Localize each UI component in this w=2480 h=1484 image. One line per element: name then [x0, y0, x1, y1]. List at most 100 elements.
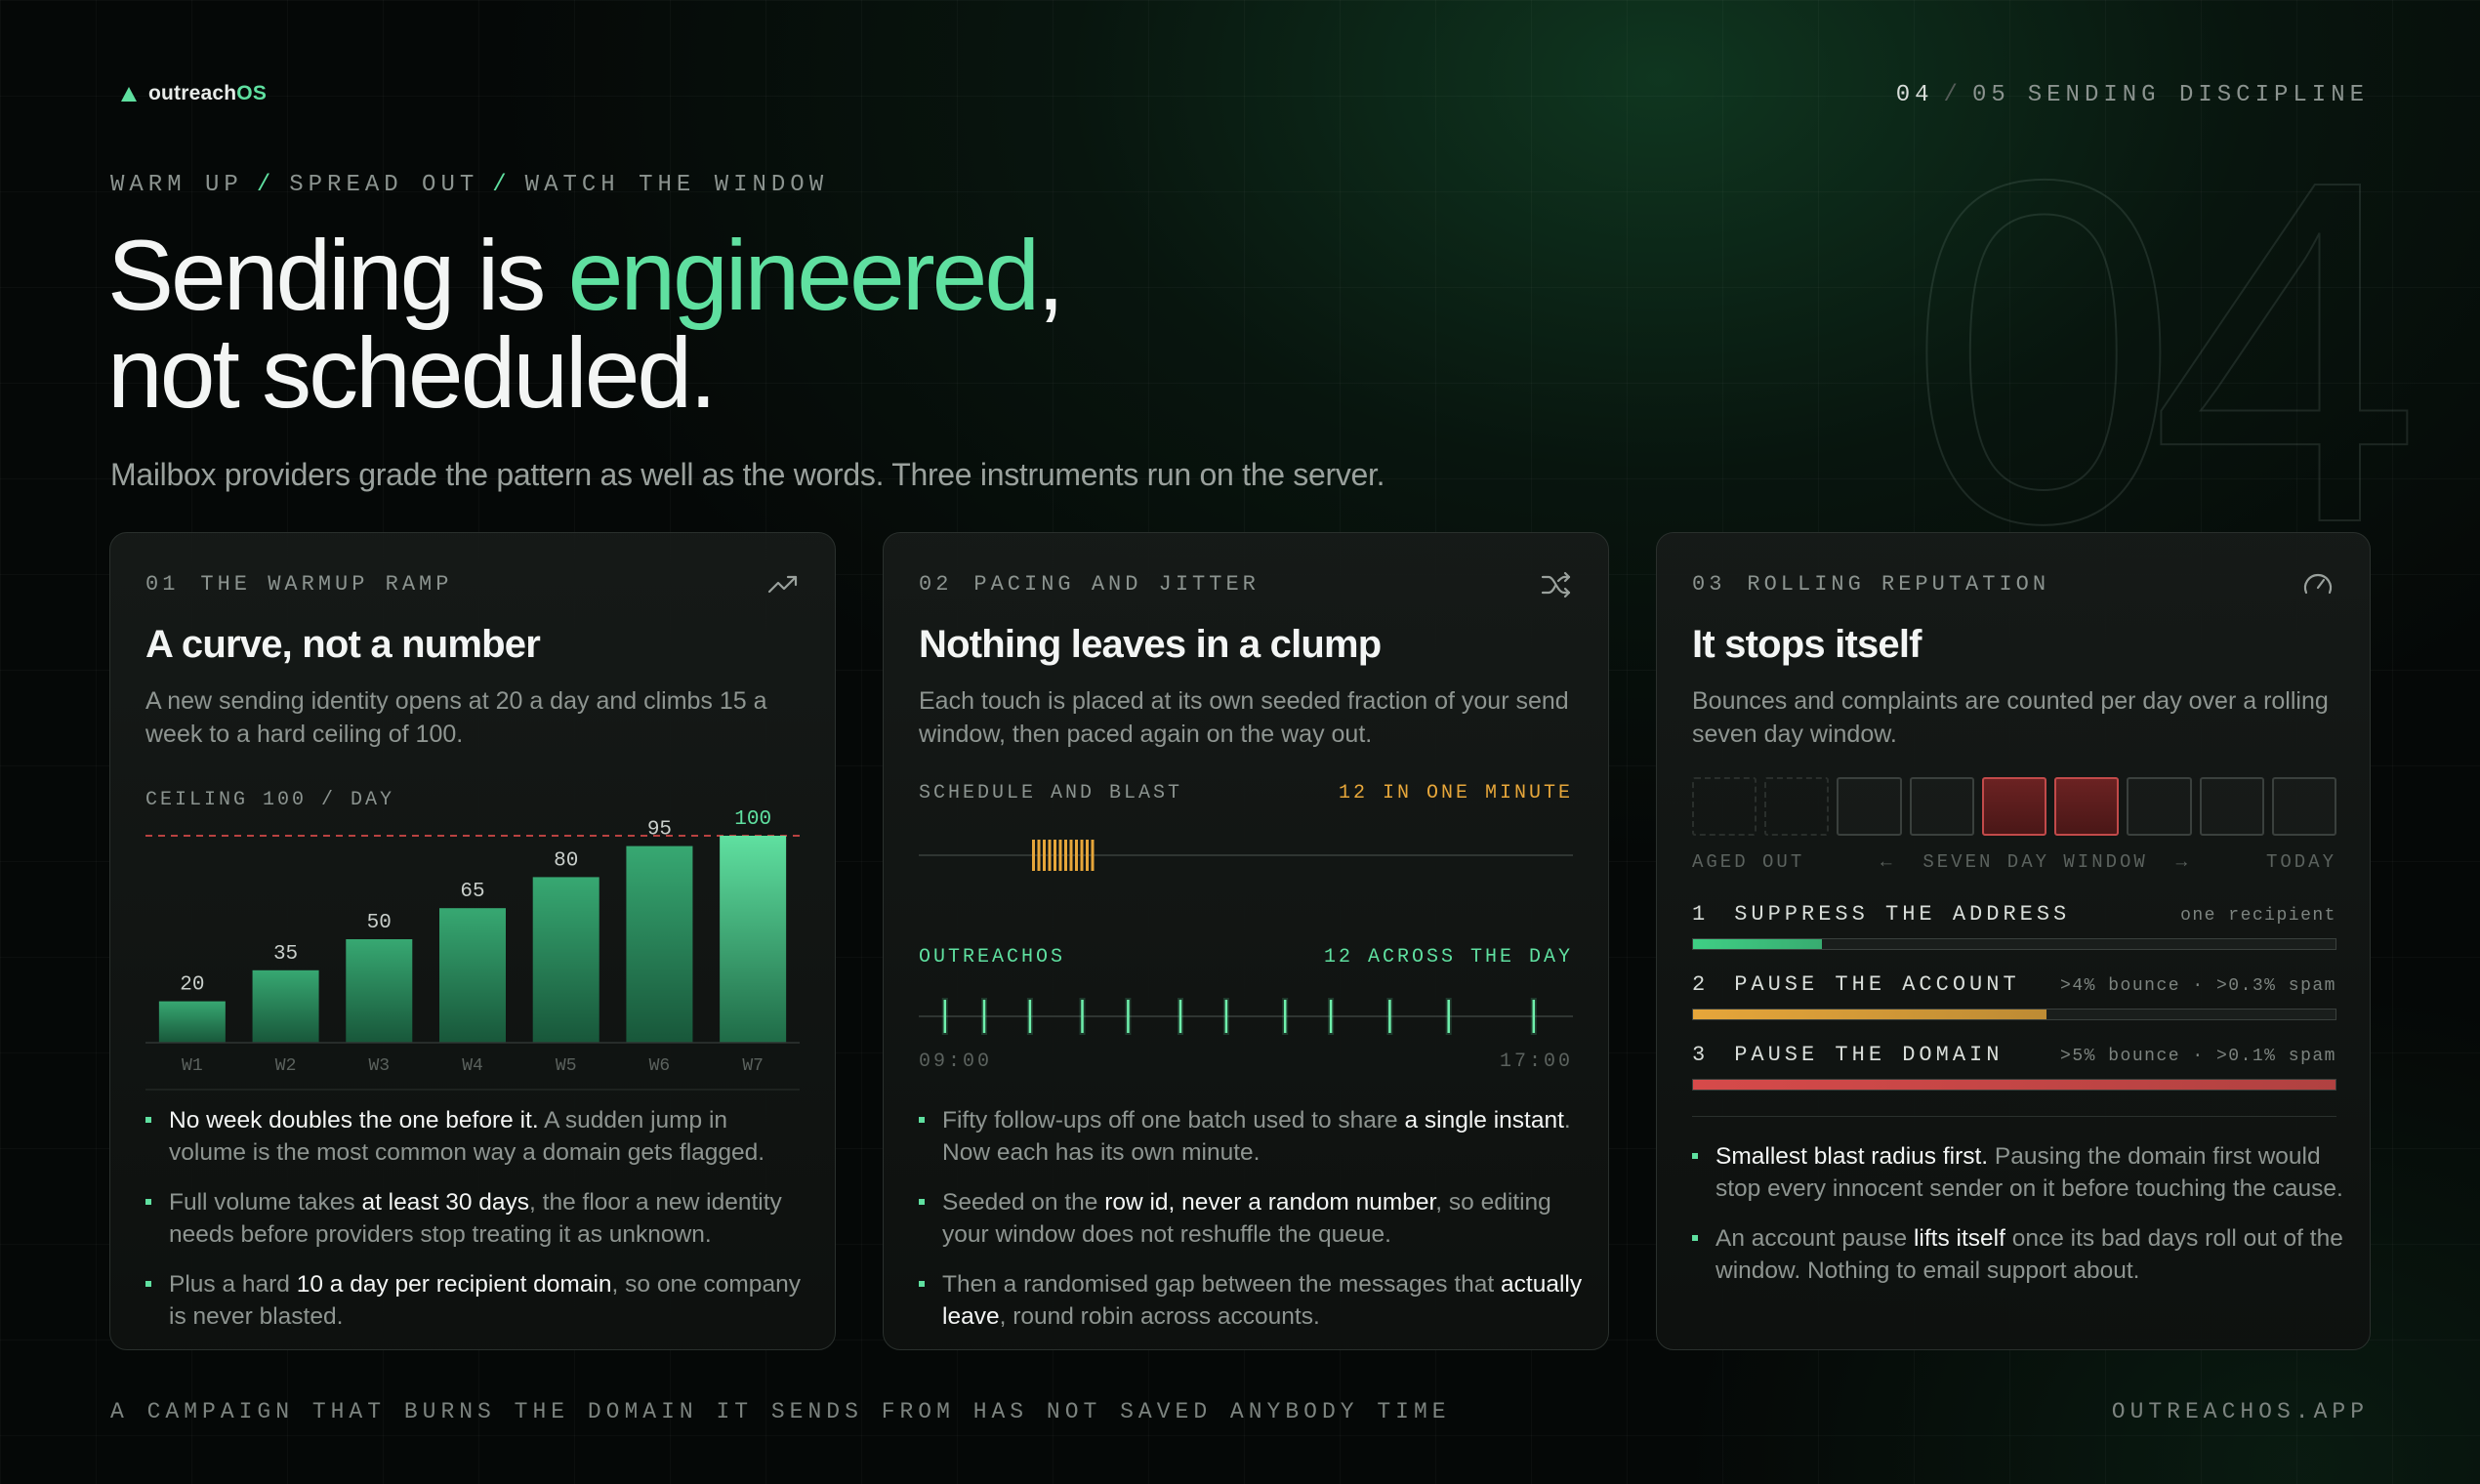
- card-description: A new sending identity opens at 20 a day…: [145, 687, 767, 748]
- slide-big-number: 04: [1907, 78, 2422, 624]
- day-cell: [1909, 777, 1974, 836]
- ceiling-label: CEILING 100 / DAY: [145, 789, 394, 811]
- blast-tick: [1048, 840, 1052, 871]
- blast-tick: [1069, 840, 1073, 871]
- card-title: It stops itself: [1692, 623, 1922, 666]
- bar: [720, 836, 787, 1043]
- list-item: Seeded on the row id, never a random num…: [919, 1186, 1583, 1251]
- footer-url[interactable]: OUTREACHOS.APP: [2112, 1399, 2369, 1424]
- day-cell: [1837, 777, 1902, 836]
- brand-name: outreachOS: [148, 82, 268, 104]
- footer-tagline: A CAMPAIGN THAT BURNS THE DOMAIN IT SEND…: [110, 1399, 1451, 1424]
- bar-value-label: 50: [367, 912, 392, 934]
- blast-tick: [1075, 840, 1078, 871]
- rule-bar: [1692, 938, 2336, 950]
- rule-bar: [1692, 1079, 2336, 1091]
- time-axis: 09:00 17:00: [919, 1051, 1573, 1073]
- bar-value-label: 65: [460, 881, 484, 903]
- blast-tick: [1054, 840, 1056, 871]
- list-item: Plus a hard 10 a day per recipient domai…: [145, 1268, 809, 1333]
- rule-suppress-address: 1 SUPPRESS THE ADDRESS one recipient: [1692, 902, 2336, 950]
- page-subtitle: Mailbox providers grade the pattern as w…: [110, 457, 1385, 492]
- slide-current: 04: [1895, 82, 1934, 108]
- page-title: Sending is engineered, not scheduled.: [107, 220, 1065, 429]
- blast-tick: [1043, 840, 1046, 871]
- time-end: 17:00: [1499, 1051, 1573, 1073]
- card-warmup-ramp: 01 THE WARMUP RAMP A curve, not a number …: [109, 532, 836, 1350]
- blast-tick: [1064, 840, 1067, 871]
- bar-value-label: 20: [180, 974, 204, 997]
- bar-value-label: 35: [273, 943, 298, 966]
- shuffle-icon: [1541, 571, 1571, 598]
- rule-bar: [1692, 1009, 2336, 1020]
- day-cell-aged: [1764, 777, 1830, 836]
- schedule-blast-label: SCHEDULE AND BLAST: [919, 782, 1183, 804]
- card-description: Each touch is placed at its own seeded f…: [919, 687, 1569, 748]
- day-cell: [2199, 777, 2264, 836]
- day-cell-bad: [1981, 777, 2047, 836]
- x-tick-label: W6: [649, 1056, 671, 1076]
- blast-tick: [1091, 840, 1095, 871]
- brand-logo[interactable]: outreachOS: [121, 82, 267, 105]
- bar: [346, 939, 413, 1043]
- slide-total: 05: [1971, 82, 2010, 108]
- blast-tick: [1037, 840, 1041, 871]
- kicker: WARM UP / SPREAD OUT / WATCH THE WINDOW: [110, 172, 829, 198]
- bar: [252, 969, 319, 1043]
- bar: [626, 845, 693, 1043]
- x-tick-label: W7: [742, 1056, 764, 1076]
- gauge-icon: [2303, 573, 2333, 595]
- headline-highlight: engineered: [567, 220, 1040, 331]
- list-item: Smallest blast radius first. Pausing the…: [1692, 1140, 2346, 1205]
- spread-track: [919, 998, 1573, 1035]
- card-label: 01 THE WARMUP RAMP: [145, 572, 453, 597]
- card-description: Bounces and complaints are counted per d…: [1692, 687, 2329, 748]
- day-cell-bad: [2054, 777, 2120, 836]
- blast-tick: [1080, 840, 1084, 871]
- trending-up-icon: [767, 575, 798, 594]
- rule-pause-account: 2 PAUSE THE ACCOUNT >4% bounce · >0.3% spa…: [1692, 972, 2336, 1020]
- card-pacing-jitter: 02 PACING AND JITTER Nothing leaves in a …: [883, 532, 1609, 1350]
- bar-value-label: 95: [647, 819, 672, 842]
- x-tick-label: W1: [182, 1056, 203, 1076]
- window-legend: AGED OUT ← SEVEN DAY WINDOW → TODAY: [1692, 851, 2336, 873]
- outreachos-row: OUTREACHOS 12 ACROSS THE DAY: [919, 946, 1573, 969]
- slide-section: SENDING DISCIPLINE: [2027, 82, 2369, 108]
- schedule-blast-count: 12 IN ONE MINUTE: [1338, 782, 1573, 804]
- card-label: 02 PACING AND JITTER: [919, 572, 1260, 597]
- day-cell: [2271, 777, 2336, 836]
- divider: [1692, 1116, 2336, 1117]
- list-item: Then a randomised gap between the messag…: [919, 1268, 1583, 1333]
- bar: [439, 908, 506, 1043]
- bar: [158, 1001, 226, 1043]
- outreachos-label: OUTREACHOS: [919, 946, 1066, 969]
- card-rolling-reputation: 03 ROLLING REPUTATION It stops itself Bou…: [1656, 532, 2371, 1350]
- day-cell-aged: [1692, 777, 1757, 836]
- list-item: No week doubles the one before it. A sud…: [145, 1104, 809, 1169]
- x-tick-label: W3: [368, 1056, 390, 1076]
- blast-tick: [1086, 840, 1089, 871]
- rule-bar-fill: [1693, 1010, 2046, 1019]
- warmup-chart: CEILING 100 / DAY 20 W1 35 W2 50 W3 65 W4 80 W5 95 W…: [145, 787, 800, 1091]
- slide-counter: 04/05 SENDING DISCIPLINE: [1895, 82, 2369, 108]
- bar-value-label: 80: [554, 849, 578, 872]
- x-tick-label: W2: [275, 1056, 297, 1076]
- rule-pause-domain: 3 PAUSE THE DOMAIN >5% bounce · >0.1% spam: [1692, 1043, 2336, 1091]
- outreachos-count: 12 ACROSS THE DAY: [1323, 946, 1573, 969]
- x-tick-label: W4: [462, 1056, 483, 1076]
- day-cell: [2127, 777, 2192, 836]
- card-label: 03 ROLLING REPUTATION: [1692, 572, 2050, 597]
- card-bullets: Smallest blast radius first. Pausing the…: [1692, 1140, 2346, 1304]
- card-title: Nothing leaves in a clump: [919, 623, 1382, 666]
- bar-value-label: 100: [734, 808, 771, 831]
- warmup-chart-svg: CEILING 100 / DAY 20 W1 35 W2 50 W3 65 W4 80 W5 95 W…: [145, 789, 800, 1091]
- blast-tick: [1032, 840, 1035, 871]
- card-title: A curve, not a number: [145, 623, 541, 666]
- rule-bar-fill: [1693, 939, 1822, 949]
- card-bullets: Fifty follow-ups off one batch used to s…: [919, 1104, 1583, 1350]
- x-tick-label: W5: [556, 1056, 577, 1076]
- reputation-window: [1692, 777, 2336, 838]
- list-item: Fifty follow-ups off one batch used to s…: [919, 1104, 1583, 1169]
- blast-track: [919, 840, 1573, 871]
- list-item: Full volume takes at least 30 days, the …: [145, 1186, 809, 1251]
